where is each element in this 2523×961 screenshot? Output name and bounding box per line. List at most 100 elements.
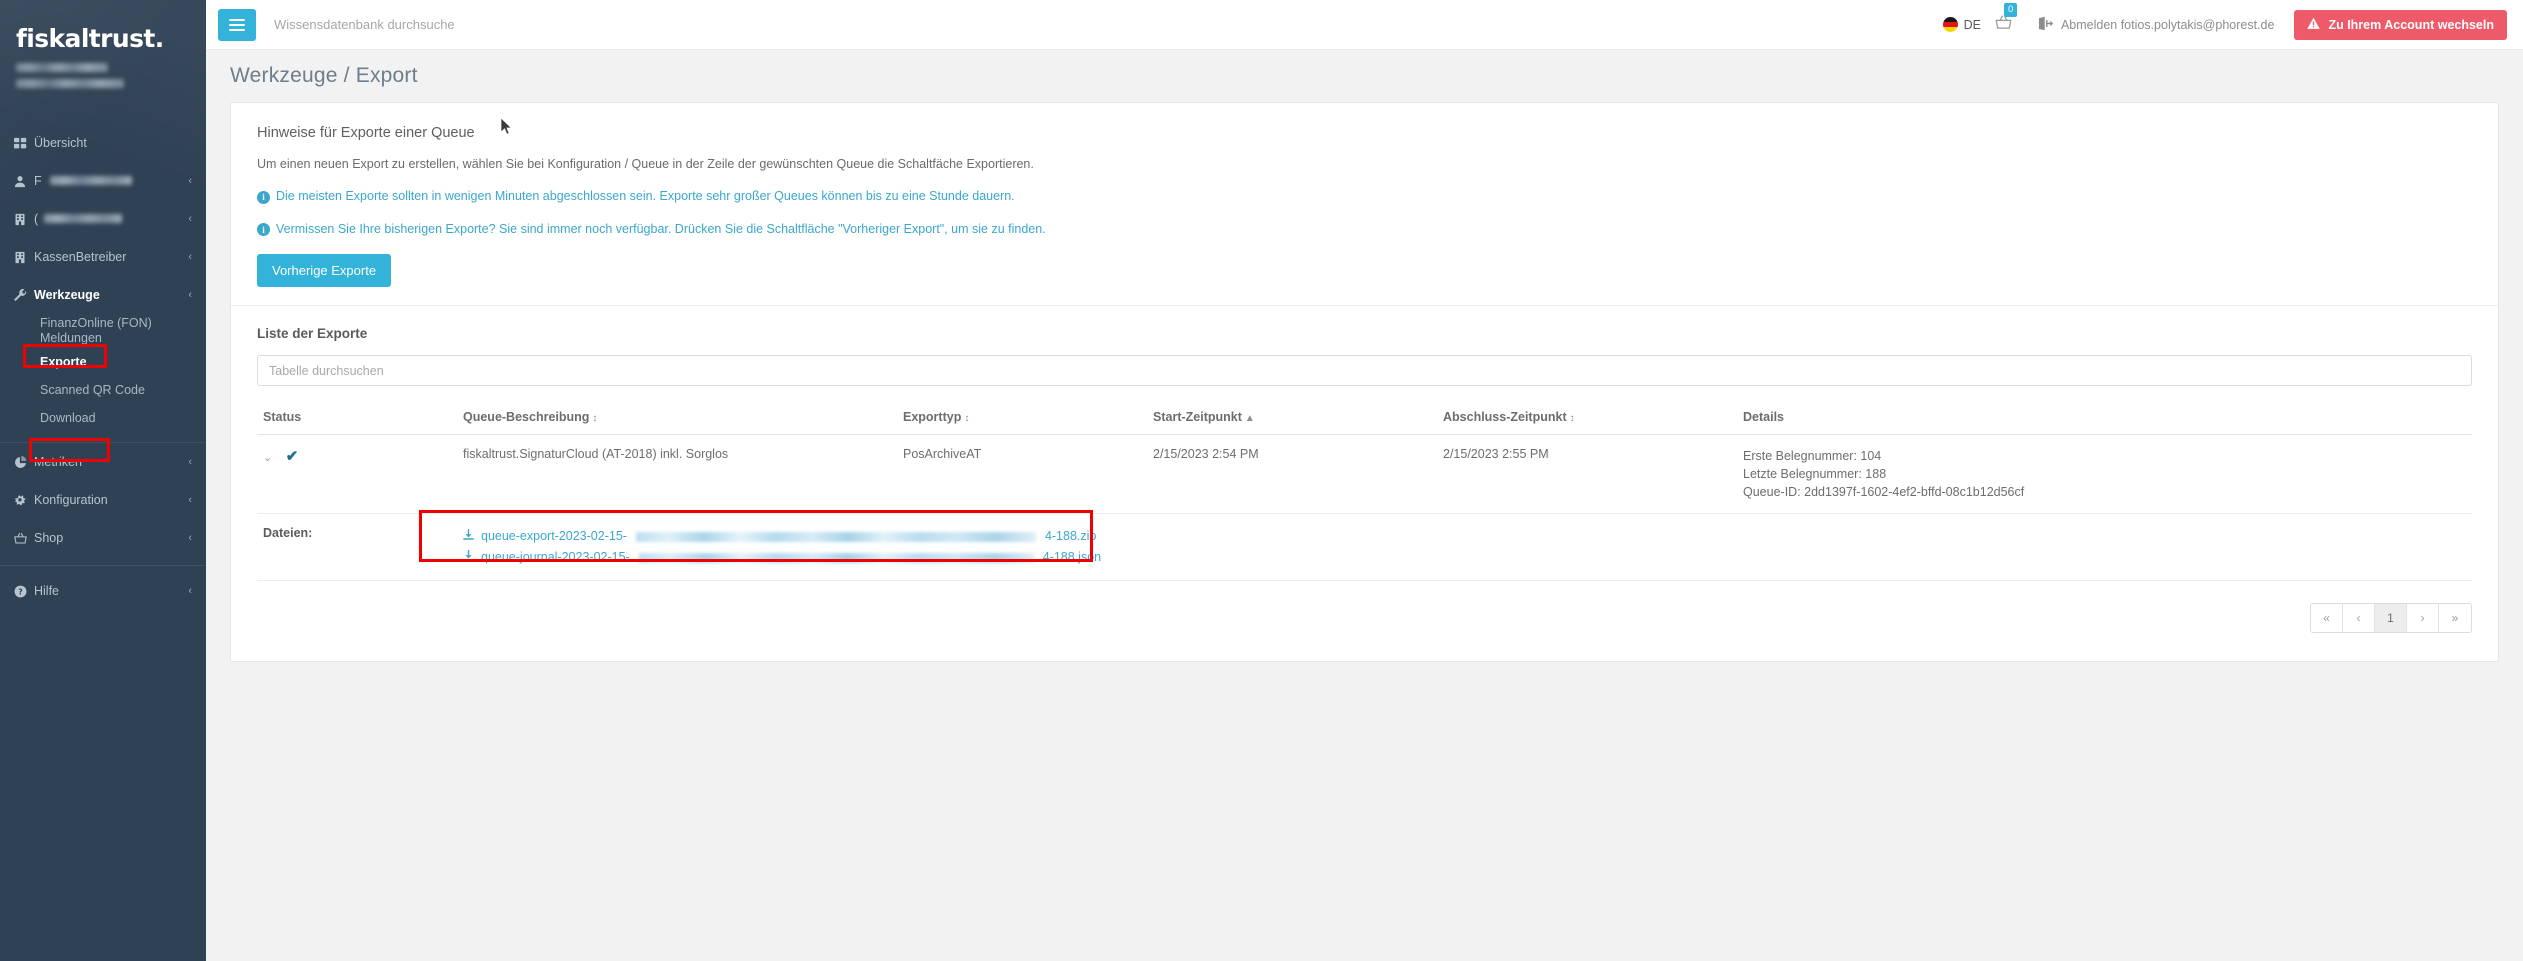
content-area: Hinweise für Exporte einer Queue Um eine… bbox=[206, 102, 2523, 662]
sidebar-item-finanzonline[interactable]: FinanzOnline (FON) Meldungen bbox=[0, 314, 206, 348]
table-files-row: Dateien: queue-export-2023-02-15- 4-188.… bbox=[257, 510, 2472, 581]
main-area: DE 0 Abmelden fotios.polytakis@phorest.d… bbox=[206, 0, 2523, 961]
sidebar-item-label: ( bbox=[34, 212, 39, 226]
sidebar-item-hilfe[interactable]: ? Hilfe ‹ bbox=[0, 572, 206, 610]
column-header-exporttyp[interactable]: Exporttyp ↕ bbox=[897, 400, 1147, 435]
account-info-redacted bbox=[16, 63, 206, 88]
chevron-left-icon: ‹ bbox=[188, 213, 192, 225]
svg-text:?: ? bbox=[18, 587, 22, 596]
column-label: Start-Zeitpunkt bbox=[1153, 410, 1242, 424]
column-label: Exporttyp bbox=[903, 410, 962, 424]
hint-info-1-text: Die meisten Exporte sollten in wenigen M… bbox=[276, 189, 1015, 203]
switch-account-label: Zu Ihrem Account wechseln bbox=[2328, 17, 2494, 32]
sidebar-item-werkzeuge[interactable]: Werkzeuge ‹ bbox=[0, 276, 206, 314]
pagination-prev[interactable]: ‹ bbox=[2343, 604, 2375, 632]
sidebar-item-uebersicht[interactable]: Übersicht bbox=[0, 124, 206, 162]
sidebar-item-kassenbetreiber[interactable]: KassenBetreiber ‹ bbox=[0, 238, 206, 276]
file-name-prefix: queue-journal-2023-02-15- bbox=[481, 550, 630, 564]
sidebar-item-konfiguration[interactable]: Konfiguration ‹ bbox=[0, 481, 206, 519]
sort-asc-icon: ▲ bbox=[1244, 413, 1255, 424]
file-name-suffix: 4-188.zip bbox=[1044, 529, 1097, 543]
switch-account-button[interactable]: Zu Ihrem Account wechseln bbox=[2294, 9, 2507, 40]
table-search-input[interactable] bbox=[257, 355, 2472, 386]
pagination-page-1[interactable]: 1 bbox=[2375, 604, 2407, 632]
page-header: Werkzeuge / Export bbox=[206, 50, 2523, 135]
sidebar-item-label: Shop bbox=[34, 531, 64, 545]
sidebar-item-scanned-qr-code[interactable]: Scanned QR Code bbox=[0, 376, 206, 404]
column-label: Queue-Beschreibung bbox=[463, 410, 590, 424]
gears-icon bbox=[14, 494, 34, 507]
redacted-text bbox=[49, 176, 132, 185]
file-download-link-zip[interactable]: queue-export-2023-02-15- 4-188.zip bbox=[463, 526, 2466, 547]
language-selector[interactable]: DE bbox=[1942, 17, 1981, 32]
exports-table-head: Status Queue-Beschreibung ↕ Exporttyp ↕ St… bbox=[257, 400, 2472, 435]
hints-text: Um einen neuen Export zu erstellen, wähl… bbox=[257, 157, 1034, 171]
hints-title: Hinweise für Exporte einer Queue bbox=[257, 125, 475, 141]
file-name-suffix: 4-188.json bbox=[1042, 550, 1102, 564]
file-download-link-json[interactable]: queue-journal-2023-02-15- 4-188.json bbox=[463, 547, 2466, 568]
card-body: Hinweise für Exporte einer Queue Um eine… bbox=[231, 103, 2498, 581]
sidebar-item-label: F bbox=[34, 174, 42, 188]
column-header-queue-beschreibung[interactable]: Queue-Beschreibung ↕ bbox=[457, 400, 897, 435]
exports-table: Status Queue-Beschreibung ↕ Exporttyp ↕ St… bbox=[257, 400, 2472, 581]
page-title: Werkzeuge / Export bbox=[230, 64, 418, 87]
cell-queue: fiskaltrust.SignaturCloud (AT-2018) inkl… bbox=[457, 434, 897, 514]
table-header-row: Status Queue-Beschreibung ↕ Exporttyp ↕ St… bbox=[257, 400, 2472, 435]
chevron-left-icon: ‹ bbox=[188, 251, 192, 263]
files-label: Dateien: bbox=[263, 526, 313, 540]
brand: fiskaltrust. bbox=[0, 0, 206, 88]
sidebar-item-label: KassenBetreiber bbox=[34, 250, 127, 264]
column-header-abschluss-zeitpunkt[interactable]: Abschluss-Zeitpunkt ↕ bbox=[1437, 400, 1737, 435]
sidebar: fiskaltrust. Übersicht F ‹ (‹ KassenBet… bbox=[0, 0, 206, 961]
cell-details: Erste Belegnummer: 104 Letzte Belegnumme… bbox=[1737, 434, 2472, 514]
app-root: fiskaltrust. Übersicht F ‹ (‹ KassenBet… bbox=[0, 0, 2523, 961]
cell-abschluss-zeitpunkt: 2/15/2023 2:55 PM bbox=[1437, 434, 1737, 514]
column-header-details[interactable]: Details bbox=[1737, 400, 2472, 435]
chevron-left-icon: ‹ bbox=[188, 289, 192, 301]
export-list-title: Liste der Exporte bbox=[257, 326, 368, 341]
pagination-last[interactable]: » bbox=[2439, 604, 2471, 632]
column-label: Status bbox=[263, 410, 302, 424]
cell-files-links: queue-export-2023-02-15- 4-188.zip queue… bbox=[419, 510, 2472, 581]
table-row[interactable]: ⌄ ✔ fiskaltrust.SignaturCloud (AT-2018) … bbox=[257, 434, 2472, 514]
warning-triangle-icon bbox=[2307, 17, 2321, 33]
logout-button[interactable]: Abmelden fotios.polytakis@phorest.de bbox=[2038, 16, 2274, 34]
sidebar-item-exporte[interactable]: Exporte bbox=[0, 348, 206, 376]
info-icon: i bbox=[257, 190, 270, 204]
chevron-down-icon[interactable]: ⌄ bbox=[263, 452, 272, 464]
knowledge-base-search-input[interactable] bbox=[272, 16, 572, 33]
cell-exporttyp: PosArchiveAT bbox=[897, 434, 1147, 514]
wrench-icon bbox=[14, 288, 34, 302]
column-header-status[interactable]: Status bbox=[257, 400, 457, 435]
download-icon bbox=[463, 547, 474, 568]
sidebar-item-label: Hilfe bbox=[34, 584, 60, 598]
hamburger-icon[interactable] bbox=[218, 8, 256, 41]
download-icon bbox=[463, 526, 474, 547]
sidebar-item-download[interactable]: Download bbox=[0, 404, 206, 432]
sidebar-item-label: Metriken bbox=[34, 455, 82, 469]
chevron-left-icon: ‹ bbox=[188, 585, 192, 597]
sidebar-item-user[interactable]: F ‹ bbox=[0, 162, 206, 200]
pagination-wrap: « ‹ 1 › » bbox=[231, 581, 2498, 659]
sort-both-icon: ↕ bbox=[592, 413, 598, 424]
section-divider bbox=[231, 305, 2498, 306]
sidebar-item-shop[interactable]: Shop ‹ bbox=[0, 519, 206, 557]
sidebar-item-metriken[interactable]: Metriken ‹ bbox=[0, 443, 206, 481]
sidebar-subitem-label: Download bbox=[40, 410, 96, 425]
cell-status: ⌄ ✔ bbox=[257, 434, 457, 514]
previous-exports-button[interactable]: Vorherige Exporte bbox=[257, 254, 392, 287]
sign-out-icon bbox=[2038, 16, 2054, 34]
pagination-first[interactable]: « bbox=[2311, 604, 2343, 632]
sidebar-item-company[interactable]: ( ‹ bbox=[0, 200, 206, 238]
pagination-next[interactable]: › bbox=[2407, 604, 2439, 632]
column-header-start-zeitpunkt[interactable]: Start-Zeitpunkt ▲ bbox=[1147, 400, 1437, 435]
cart-button[interactable]: 0 bbox=[1995, 2, 2018, 36]
redacted-text bbox=[635, 531, 1036, 542]
basket-icon bbox=[1995, 14, 2012, 35]
sidebar-subitem-label: Exporte bbox=[40, 354, 87, 369]
sidebar-subitem-label: Scanned QR Code bbox=[40, 382, 145, 397]
sidebar-subitem-label: FinanzOnline (FON) Meldungen bbox=[40, 316, 152, 345]
language-label: DE bbox=[1963, 17, 1981, 32]
user-icon bbox=[14, 175, 34, 188]
exports-table-body: ⌄ ✔ fiskaltrust.SignaturCloud (AT-2018) … bbox=[257, 434, 2472, 581]
